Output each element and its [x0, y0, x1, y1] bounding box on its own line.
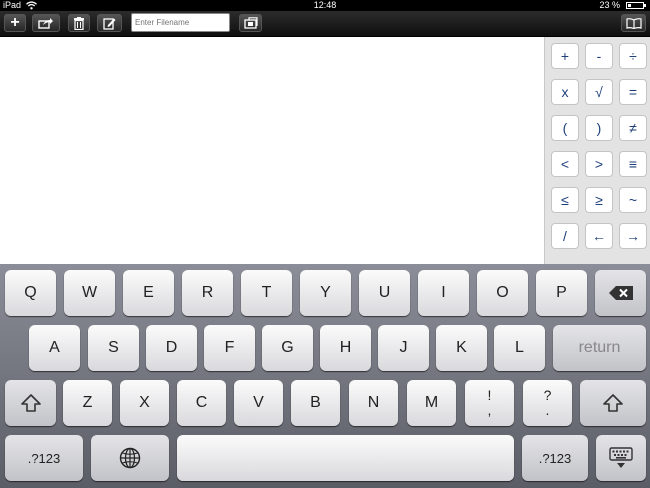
shift-icon: [20, 394, 41, 412]
symbol-key-greater-equal[interactable]: ≥: [585, 187, 613, 213]
symbol-key-minus[interactable]: -: [585, 43, 613, 69]
filename-input[interactable]: [131, 13, 230, 32]
symbol-key-slash[interactable]: /: [551, 223, 579, 249]
key-comma-label: ,: [487, 402, 492, 418]
symbol-key-greater-than[interactable]: >: [585, 151, 613, 177]
symbol-key-rparen[interactable]: ): [585, 115, 613, 141]
symbol-key-tilde[interactable]: ~: [619, 187, 647, 213]
status-bar: iPad 12:48 23 %: [0, 0, 650, 11]
key-p[interactable]: P: [536, 270, 587, 316]
key-q[interactable]: Q: [5, 270, 56, 316]
key-z[interactable]: Z: [63, 380, 112, 426]
symbol-key-divide[interactable]: ÷: [619, 43, 647, 69]
edit-button[interactable]: [97, 14, 122, 32]
key-i[interactable]: I: [418, 270, 469, 316]
battery-percent: 23 %: [599, 0, 620, 10]
trash-icon: [74, 16, 84, 30]
key-g[interactable]: G: [262, 325, 313, 371]
add-button[interactable]: +: [4, 14, 26, 32]
clock: 12:48: [313, 0, 337, 10]
key-n[interactable]: N: [349, 380, 398, 426]
numbers-key-right[interactable]: .?123: [522, 435, 588, 481]
library-button[interactable]: [621, 14, 646, 32]
symbol-key-not-equal[interactable]: ≠: [619, 115, 647, 141]
onscreen-keyboard: Q W E R T Y U I O P A S D F G H J K L re…: [0, 264, 650, 488]
key-h[interactable]: H: [320, 325, 371, 371]
key-exclaim-label: !: [487, 387, 492, 403]
symbol-key-sqrt[interactable]: √: [585, 79, 613, 105]
book-icon: [625, 17, 642, 29]
symbol-key-right-arrow[interactable]: →: [619, 223, 647, 249]
symbol-panel: + - ÷ x √ = () ≠ < > ≡ ≤ ≥ ~ / ← →: [544, 37, 650, 264]
key-v[interactable]: V: [234, 380, 283, 426]
symbol-key-identical[interactable]: ≡: [619, 151, 647, 177]
key-question-label: ?: [543, 387, 552, 403]
key-u[interactable]: U: [359, 270, 410, 316]
globe-icon: [119, 447, 141, 469]
add-icon: +: [10, 14, 20, 31]
key-d[interactable]: D: [146, 325, 197, 371]
key-w[interactable]: W: [64, 270, 115, 316]
globe-key[interactable]: [91, 435, 169, 481]
key-exclaim-comma[interactable]: ! ,: [465, 380, 514, 426]
key-t[interactable]: T: [241, 270, 292, 316]
key-question-period[interactable]: ? .: [523, 380, 572, 426]
key-o[interactable]: O: [477, 270, 528, 316]
numbers-key-left[interactable]: .?123: [5, 435, 83, 481]
key-j[interactable]: J: [378, 325, 429, 371]
key-m[interactable]: M: [407, 380, 456, 426]
key-c[interactable]: C: [177, 380, 226, 426]
key-k[interactable]: K: [436, 325, 487, 371]
symbol-key-plus[interactable]: +: [551, 43, 579, 69]
key-e[interactable]: E: [123, 270, 174, 316]
folder-icon: [243, 17, 258, 29]
shift-key-left[interactable]: [5, 380, 56, 426]
key-b[interactable]: B: [291, 380, 340, 426]
document-editor[interactable]: [0, 37, 544, 264]
key-a[interactable]: A: [29, 325, 80, 371]
shift-key-right[interactable]: [580, 380, 646, 426]
backspace-key[interactable]: [595, 270, 646, 316]
share-button[interactable]: [32, 14, 60, 32]
symbol-key-lparen[interactable]: (: [551, 115, 579, 141]
toolbar: +: [0, 11, 650, 37]
symbol-key-less-than[interactable]: <: [551, 151, 579, 177]
backspace-icon: [608, 286, 633, 300]
key-s[interactable]: S: [88, 325, 139, 371]
key-l[interactable]: L: [494, 325, 545, 371]
edit-icon: [103, 17, 116, 30]
symbol-key-left-arrow[interactable]: ←: [585, 223, 613, 249]
battery-icon: [626, 2, 646, 9]
hide-keyboard-key[interactable]: [596, 435, 646, 481]
symbol-key-equals[interactable]: =: [619, 79, 647, 105]
key-period-label: .: [545, 402, 550, 418]
keyboard-hide-icon: [609, 447, 633, 468]
share-icon: [38, 18, 53, 29]
symbol-key-less-equal[interactable]: ≤: [551, 187, 579, 213]
space-bar[interactable]: [177, 435, 514, 481]
key-f[interactable]: F: [204, 325, 255, 371]
key-r[interactable]: R: [182, 270, 233, 316]
delete-button[interactable]: [68, 14, 90, 32]
symbol-key-multiply[interactable]: x: [551, 79, 579, 105]
key-y[interactable]: Y: [300, 270, 351, 316]
open-button[interactable]: [239, 14, 262, 32]
key-x[interactable]: X: [120, 380, 169, 426]
shift-icon: [603, 394, 623, 412]
return-key[interactable]: return: [553, 325, 646, 371]
